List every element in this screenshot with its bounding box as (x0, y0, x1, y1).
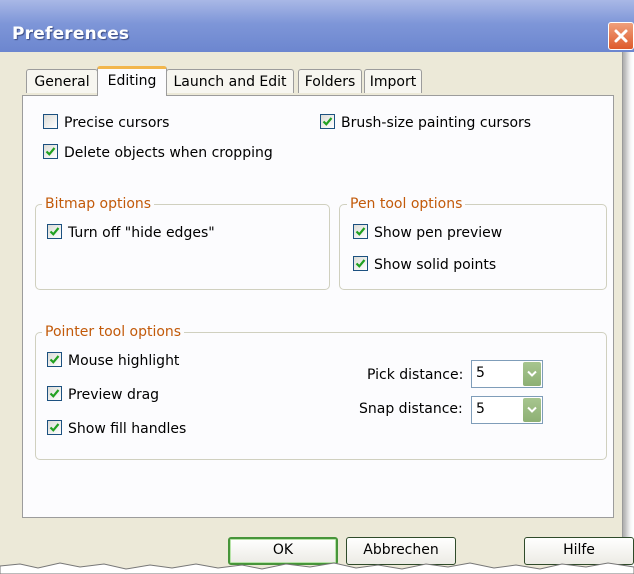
mouse-highlight-checkbox[interactable]: Mouse highlight (47, 352, 179, 370)
help-label: Hilfe (563, 542, 595, 558)
mouse-highlight-label: Mouse highlight (68, 353, 180, 369)
title-bar[interactable]: Preferences (0, 0, 634, 52)
checkmark-icon (43, 144, 58, 159)
tab-launch-and-edit-label: Launch and Edit (173, 74, 287, 90)
bitmap-options-group (35, 204, 330, 290)
checkmark-icon (47, 420, 62, 435)
tab-editing-label: Editing (107, 73, 157, 89)
show-fill-handles-label: Show fill handles (68, 421, 187, 437)
bitmap-options-title: Bitmap options (42, 196, 155, 212)
tab-editing[interactable]: Editing (97, 66, 167, 96)
cancel-label: Abbrechen (363, 542, 439, 558)
ok-label: OK (272, 542, 294, 558)
show-fill-handles-checkbox[interactable]: Show fill handles (47, 420, 186, 438)
show-pen-preview-checkbox[interactable]: Show pen preview (353, 224, 502, 242)
pick-distance-label: Pick distance: (367, 367, 464, 383)
pick-distance-value: 5 (476, 365, 485, 381)
tab-import-label: Import (369, 74, 417, 90)
preview-drag-checkbox[interactable]: Preview drag (47, 386, 159, 404)
pointer-tool-options-title: Pointer tool options (42, 324, 185, 340)
checkbox-unchecked-icon (43, 114, 58, 129)
show-solid-points-label: Show solid points (374, 257, 497, 273)
delete-objects-cropping-label: Delete objects when cropping (64, 145, 273, 161)
preview-drag-label: Preview drag (68, 387, 160, 403)
snap-distance-label: Snap distance: (359, 401, 463, 417)
checkmark-icon (47, 386, 62, 401)
tab-launch-and-edit[interactable]: Launch and Edit (166, 69, 294, 93)
dropdown-button[interactable] (523, 362, 541, 386)
torn-edge (0, 562, 634, 574)
tab-import[interactable]: Import (364, 69, 422, 93)
window-title: Preferences (12, 24, 130, 44)
pen-tool-options-title: Pen tool options (347, 196, 466, 212)
show-pen-preview-label: Show pen preview (374, 225, 503, 241)
editing-panel: Precise cursors Brush-size painting curs… (22, 95, 614, 518)
turn-off-hide-edges-checkbox[interactable]: Turn off "hide edges" (47, 224, 215, 242)
tab-folders-label: Folders (304, 74, 356, 90)
checkmark-icon (320, 114, 335, 129)
snap-distance-value: 5 (476, 401, 485, 417)
checkmark-icon (47, 224, 62, 239)
delete-objects-cropping-checkbox[interactable]: Delete objects when cropping (43, 144, 273, 162)
precise-cursors-label: Precise cursors (64, 115, 170, 131)
preferences-dialog: Preferences General Editing Launch and E… (0, 0, 634, 574)
checkmark-icon (353, 224, 368, 239)
brush-size-cursors-checkbox[interactable]: Brush-size painting cursors (320, 114, 531, 132)
snap-distance-select[interactable]: 5 (471, 396, 543, 424)
tab-general-label: General (34, 74, 90, 90)
brush-size-cursors-label: Brush-size painting cursors (341, 115, 532, 131)
checkmark-icon (353, 256, 368, 271)
pick-distance-select[interactable]: 5 (471, 360, 543, 388)
tab-folders[interactable]: Folders (298, 69, 362, 93)
pen-tool-options-group (339, 204, 607, 290)
turn-off-hide-edges-label: Turn off "hide edges" (68, 225, 215, 241)
show-solid-points-checkbox[interactable]: Show solid points (353, 256, 496, 274)
tab-general[interactable]: General (26, 69, 98, 93)
close-button[interactable] (608, 22, 634, 50)
checkmark-icon (47, 352, 62, 367)
precise-cursors-checkbox[interactable]: Precise cursors (43, 114, 169, 132)
dropdown-button[interactable] (523, 398, 541, 422)
